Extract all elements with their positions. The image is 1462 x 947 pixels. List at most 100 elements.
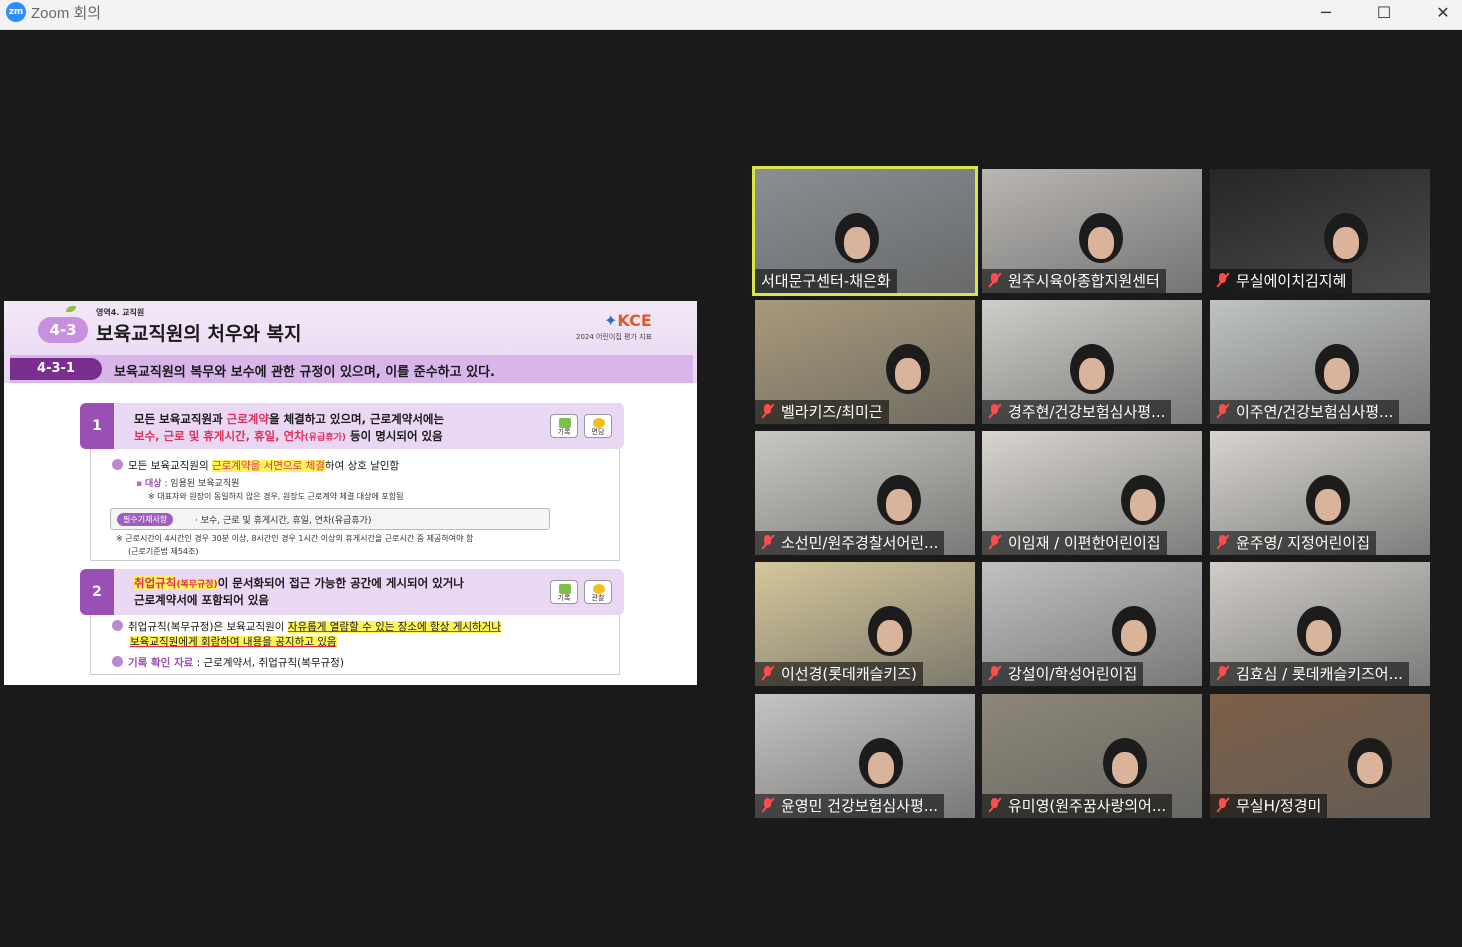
record-chip: 기록 <box>550 414 578 438</box>
participant-name-label: 김효심 / 롯데캐슬키즈어... <box>1210 662 1409 686</box>
mic-muted-icon <box>988 797 1002 813</box>
participant-face <box>1333 227 1359 259</box>
participant-silhouette <box>886 344 930 394</box>
section-text: 보육교직원의 복무와 보수에 관한 규정이 있으며, 이를 준수하고 있다. <box>114 365 495 380</box>
participant-face <box>886 489 912 521</box>
participant-face <box>868 752 894 784</box>
slide-title: 보육교직원의 처우와 복지 <box>96 323 302 345</box>
participant-name: 무실H/정경미 <box>1236 797 1322 815</box>
criterion-1-line2: 보수, 근로 및 휴게시간, 휴일, 연차(유급휴가) 등이 명시되어 있음 <box>134 429 443 443</box>
participant-silhouette <box>835 213 879 263</box>
participant-face <box>1079 358 1105 390</box>
section-number: 4-3-1 <box>10 358 102 380</box>
participant-face <box>1315 489 1341 521</box>
section-bar: 4-3-1 보육교직원의 복무와 보수에 관한 규정이 있으며, 이를 준수하고… <box>10 355 693 383</box>
participant-tile[interactable]: 소선민/원주경찰서어린... <box>755 431 975 555</box>
observe-chip: 관찰 <box>584 580 612 604</box>
participant-name: 벨라키즈/최미근 <box>781 403 883 421</box>
participant-tile[interactable]: 이선경(롯데캐슬키즈) <box>755 562 975 686</box>
criterion-1-line1: 모든 보육교직원과 근로계약을 체결하고 있으며, 근로계약서에는 <box>134 412 445 426</box>
pencil-icon <box>559 418 571 428</box>
participant-tile[interactable]: 경주현/건강보험심사평... <box>982 300 1202 424</box>
mic-muted-icon <box>1216 665 1230 681</box>
mic-muted-icon <box>761 403 775 419</box>
close-button[interactable]: ✕ <box>1420 0 1462 30</box>
participant-face <box>844 227 870 259</box>
window-title: Zoom 회의 <box>31 5 102 22</box>
participant-tile[interactable]: 무실에이치김지혜 <box>1210 169 1430 293</box>
window-titlebar: zm Zoom 회의 ─ ☐ ✕ <box>0 0 1462 30</box>
participant-silhouette <box>1079 213 1123 263</box>
participant-tile[interactable]: 강설이/학성어린이집 <box>982 562 1202 686</box>
note-law: (근로기준법 제54조) <box>128 547 199 556</box>
mic-muted-icon <box>1216 403 1230 419</box>
mic-muted-icon <box>1216 272 1230 288</box>
mic-muted-icon <box>988 534 1002 550</box>
records-line: 기록 확인 자료 : 근로계약서, 취업규칙(복무규정) <box>112 655 344 670</box>
participant-name-label: 이선경(롯데캐슬키즈) <box>755 662 923 686</box>
participant-silhouette <box>877 475 921 525</box>
participant-name-label: 무실H/정경미 <box>1210 794 1328 818</box>
zoom-logo-icon: zm <box>6 2 26 22</box>
participant-name-label: 이주연/건강보험심사평... <box>1210 400 1400 424</box>
participant-silhouette <box>1121 475 1165 525</box>
participant-name: 김효심 / 롯데캐슬키즈어... <box>1236 665 1403 683</box>
speech-bubble-icon <box>593 418 605 428</box>
participant-silhouette <box>1297 606 1341 656</box>
slide-area-label: 영역4. 교직원 <box>96 308 145 317</box>
record-chip: 기록 <box>550 580 578 604</box>
interview-chip: 면담 <box>584 414 612 438</box>
mic-muted-icon <box>761 534 775 550</box>
participant-tile[interactable]: 이주연/건강보험심사평... <box>1210 300 1430 424</box>
participant-name: 강설이/학성어린이집 <box>1008 665 1138 683</box>
participant-name-label: 서대문구센터-채은화 <box>755 269 897 293</box>
participant-name: 소선민/원주경찰서어린... <box>781 534 939 552</box>
observe-icon <box>593 584 605 594</box>
participant-name-label: 윤영민 건강보험심사평... <box>755 794 945 818</box>
mic-muted-icon <box>988 272 1002 288</box>
participant-silhouette <box>1324 213 1368 263</box>
participant-name-label: 소선민/원주경찰서어린... <box>755 531 945 555</box>
mic-muted-icon <box>988 665 1002 681</box>
participant-tile[interactable]: 무실H/정경미 <box>1210 694 1430 818</box>
criterion-2: 2 취업규칙(복무규정)이 문서화되어 접근 가능한 공간에 게시되어 있거나 … <box>80 569 624 615</box>
participant-name: 원주시육아종합지원센터 <box>1008 272 1160 290</box>
participant-silhouette <box>1306 475 1350 525</box>
participant-name: 이주연/건강보험심사평... <box>1236 403 1394 421</box>
note-break-time: ※ 근로시간이 4시간인 경우 30분 이상, 8시간인 경우 1시간 이상의 … <box>116 534 474 543</box>
participant-face <box>895 358 921 390</box>
participant-face <box>1121 620 1147 652</box>
participant-tile[interactable]: 윤영민 건강보험심사평... <box>755 694 975 818</box>
participant-tile[interactable]: 벨라키즈/최미근 <box>755 300 975 424</box>
participant-name-label: 원주시육아종합지원센터 <box>982 269 1166 293</box>
mic-muted-icon <box>988 403 1002 419</box>
meeting-stage: 4-3 영역4. 교직원 보육교직원의 처우와 복지 ✦KCE 2024 어린이… <box>0 31 1462 947</box>
shared-screen: 4-3 영역4. 교직원 보육교직원의 처우와 복지 ✦KCE 2024 어린이… <box>4 301 697 685</box>
participant-face <box>1088 227 1114 259</box>
criterion-1-number: 1 <box>80 403 114 449</box>
check-icon <box>112 459 123 470</box>
participant-tile[interactable]: 원주시육아종합지원센터 <box>982 169 1202 293</box>
participant-name-label: 경주현/건강보험심사평... <box>982 400 1172 424</box>
minimize-button[interactable]: ─ <box>1303 0 1349 30</box>
participant-tile[interactable]: 서대문구센터-채은화 <box>752 166 978 296</box>
maximize-button[interactable]: ☐ <box>1361 0 1407 30</box>
participant-face <box>1324 358 1350 390</box>
kce-logo-subtitle: 2024 어린이집 평가 지표 <box>576 333 653 341</box>
participant-tile[interactable]: 이임재 / 이편한어린이집 <box>982 431 1202 555</box>
participant-face <box>1357 752 1383 784</box>
participant-tile[interactable]: 윤주영/ 지정어린이집 <box>1210 431 1430 555</box>
participant-tile[interactable]: 김효심 / 롯데캐슬키즈어... <box>1210 562 1430 686</box>
participant-silhouette <box>1112 606 1156 656</box>
criterion-2-bullet-cont: 보육교직원에게 회람하여 내용을 공지하고 있음 <box>130 636 337 648</box>
participant-silhouette <box>868 606 912 656</box>
participant-name: 경주현/건강보험심사평... <box>1008 403 1166 421</box>
participant-name: 유미영(원주꿈사랑의어... <box>1008 797 1167 815</box>
participant-tile[interactable]: 유미영(원주꿈사랑의어... <box>982 694 1202 818</box>
participant-name: 이임재 / 이편한어린이집 <box>1008 534 1161 552</box>
note-director: ※ 대표자와 원장이 동일하지 않은 경우, 원장도 근로계약 체결 대상에 포… <box>148 492 404 501</box>
mandatory-tag: 필수기재사항 <box>117 513 174 526</box>
participant-name-label: 무실에이치김지혜 <box>1210 269 1353 293</box>
mic-muted-icon <box>761 797 775 813</box>
participant-name: 이선경(롯데캐슬키즈) <box>781 665 917 683</box>
